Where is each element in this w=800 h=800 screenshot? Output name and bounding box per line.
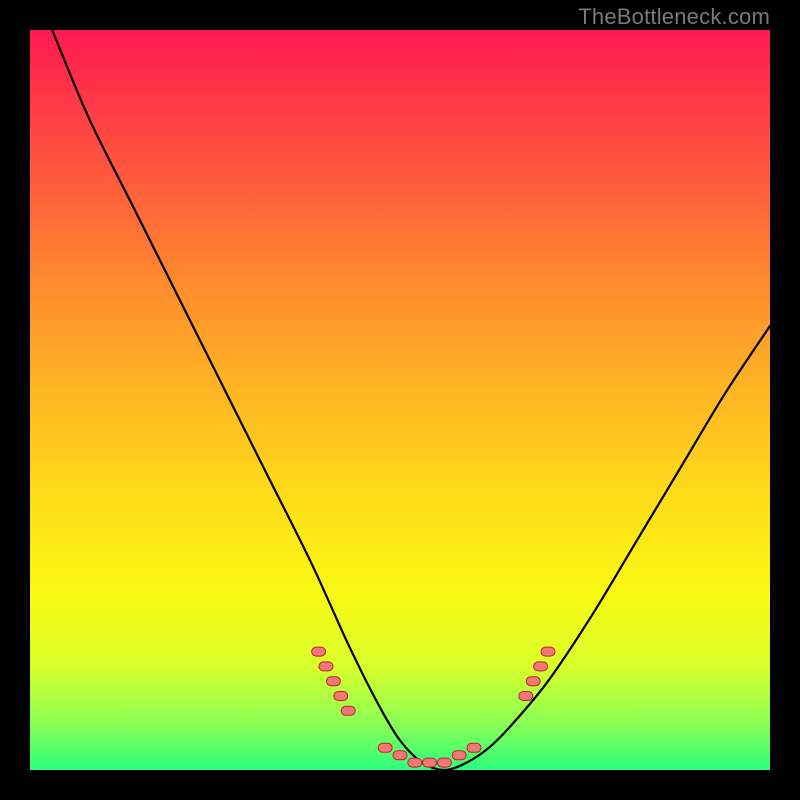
sample-markers [312,647,555,767]
marker-point [334,692,348,701]
marker-point [319,662,333,671]
marker-point [312,647,326,656]
marker-point [452,751,466,760]
marker-point [408,758,422,767]
marker-point [526,677,540,686]
marker-point [437,758,451,767]
marker-point [519,692,533,701]
marker-point [393,751,407,760]
marker-point [378,743,392,752]
marker-point [423,758,437,767]
watermark-text: TheBottleneck.com [578,4,770,30]
marker-point [341,706,355,715]
marker-point [534,662,548,671]
marker-point [467,743,481,752]
plot-area [30,30,770,770]
marker-point [326,677,340,686]
bottleneck-curve [52,30,770,770]
plot-svg [30,30,770,770]
marker-point [541,647,555,656]
chart-frame: TheBottleneck.com [0,0,800,800]
